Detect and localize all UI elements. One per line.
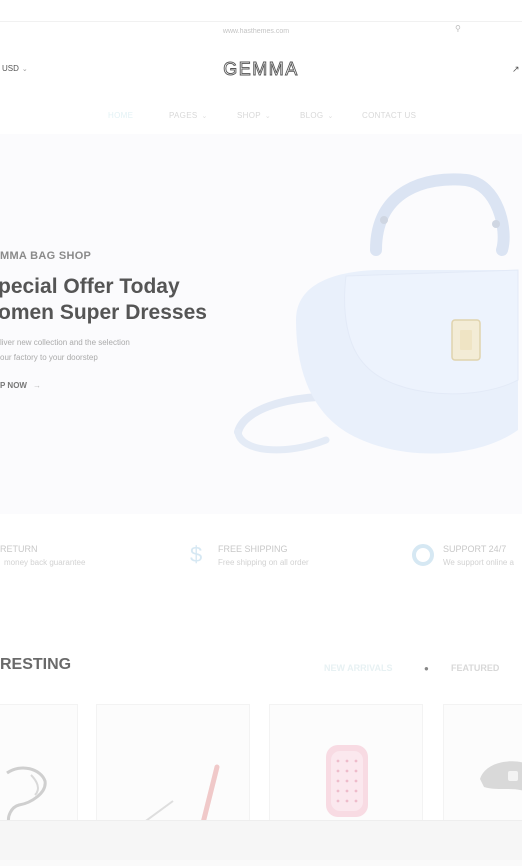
product-section-header: RESTING NEW ARRIVALS ● FEATURED xyxy=(0,654,522,678)
nav-item-label: SHOP xyxy=(237,111,261,120)
nav-item-blog[interactable]: BLOG ⌄ xyxy=(300,111,334,120)
chevron-down-icon: ⌄ xyxy=(264,113,272,120)
feature-item-return: RETURN money back guarantee xyxy=(0,536,160,576)
bag-strap-lower xyxy=(234,428,330,454)
tab-featured[interactable]: FEATURED xyxy=(451,663,499,673)
hero-brand: MMA BAG SHOP xyxy=(0,250,92,262)
section-title: RESTING xyxy=(0,656,72,673)
tab-new-arrivals[interactable]: NEW ARRIVALS xyxy=(324,663,393,673)
main-nav: HOME PAGES ⌄ SHOP ⌄ BLOG ⌄ CONTACT US xyxy=(0,108,522,128)
hero-title-line2: omen Super Dresses xyxy=(0,301,207,324)
feature-description: We support online a xyxy=(443,558,515,567)
cart-icon[interactable]: ↗ xyxy=(512,64,520,75)
bag-rivet xyxy=(380,216,388,224)
search-input[interactable] xyxy=(44,24,468,38)
tab-separator-dot: ● xyxy=(424,664,429,673)
bag-handle xyxy=(370,173,510,256)
product-image xyxy=(6,766,47,822)
feature-description: Free shipping on all order xyxy=(218,558,309,567)
product-card[interactable] xyxy=(0,704,78,822)
hero-slider: MMA BAG SHOP pecial Offer Today omen Sup… xyxy=(0,134,522,514)
nav-item-shop[interactable]: SHOP ⌄ xyxy=(237,111,271,120)
product-card[interactable] xyxy=(269,704,423,822)
nav-item-home[interactable]: HOME xyxy=(108,111,133,120)
chevron-down-icon: ⌄ xyxy=(201,113,208,120)
dollar-icon: $ xyxy=(190,542,203,567)
nav-item-label: CONTACT US xyxy=(362,111,417,120)
site-header: USD ⌄ GEMMA ↗ HOME PAGES ⌄ SHOP ⌄ BLOG ⌄ CON… xyxy=(0,40,522,132)
product-carousel xyxy=(0,704,522,822)
feature-title: FREE SHIPPING xyxy=(218,544,288,554)
product-card[interactable] xyxy=(443,704,522,822)
feature-title: RETURN xyxy=(0,544,38,554)
hero-bag-image xyxy=(234,173,519,454)
product-image xyxy=(142,764,220,822)
logo-text: GEMMA xyxy=(223,59,299,79)
nav-item-pages[interactable]: PAGES ⌄ xyxy=(169,111,208,120)
product-image xyxy=(480,761,522,791)
nav-item-label: HOME xyxy=(108,111,134,120)
product-card[interactable] xyxy=(96,704,250,822)
hero-description-line2: our factory to your doorstep xyxy=(0,353,98,362)
product-image xyxy=(326,745,368,817)
currency-selector[interactable]: USD ⌄ xyxy=(2,64,28,73)
search-icon[interactable]: ⚲ xyxy=(455,24,465,34)
nav-item-label: PAGES xyxy=(169,111,198,120)
bottom-divider xyxy=(0,860,522,866)
top-bar xyxy=(0,0,522,22)
arrow-right-icon: → xyxy=(32,381,41,390)
feature-description: money back guarantee xyxy=(4,558,86,567)
bag-clasp-inner xyxy=(460,330,472,350)
bag-rivet xyxy=(492,220,500,228)
chevron-down-icon: ⌄ xyxy=(21,66,28,73)
shop-now-label: P NOW xyxy=(0,381,27,390)
feature-item-support: SUPPORT 24/7 We support online a xyxy=(410,536,522,576)
chevron-down-icon: ⌄ xyxy=(327,113,334,120)
nav-item-contact[interactable]: CONTACT US xyxy=(362,111,416,120)
nav-item-label: BLOG xyxy=(300,111,324,120)
lifebuoy-icon xyxy=(412,544,434,566)
feature-title: SUPPORT 24/7 xyxy=(443,544,507,554)
site-logo[interactable]: GEMMA xyxy=(216,56,306,82)
search-bar xyxy=(0,22,522,40)
currency-label: USD xyxy=(2,64,19,73)
feature-item-shipping: $ FREE SHIPPING Free shipping on all ord… xyxy=(190,536,370,576)
hero-title-line1: pecial Offer Today xyxy=(0,275,180,298)
hero-description-line1: liver new collection and the selection xyxy=(0,338,130,347)
shop-now-button[interactable]: P NOW → xyxy=(0,381,41,390)
feature-strip: RETURN money back guarantee $ FREE SHIPP… xyxy=(0,536,522,576)
